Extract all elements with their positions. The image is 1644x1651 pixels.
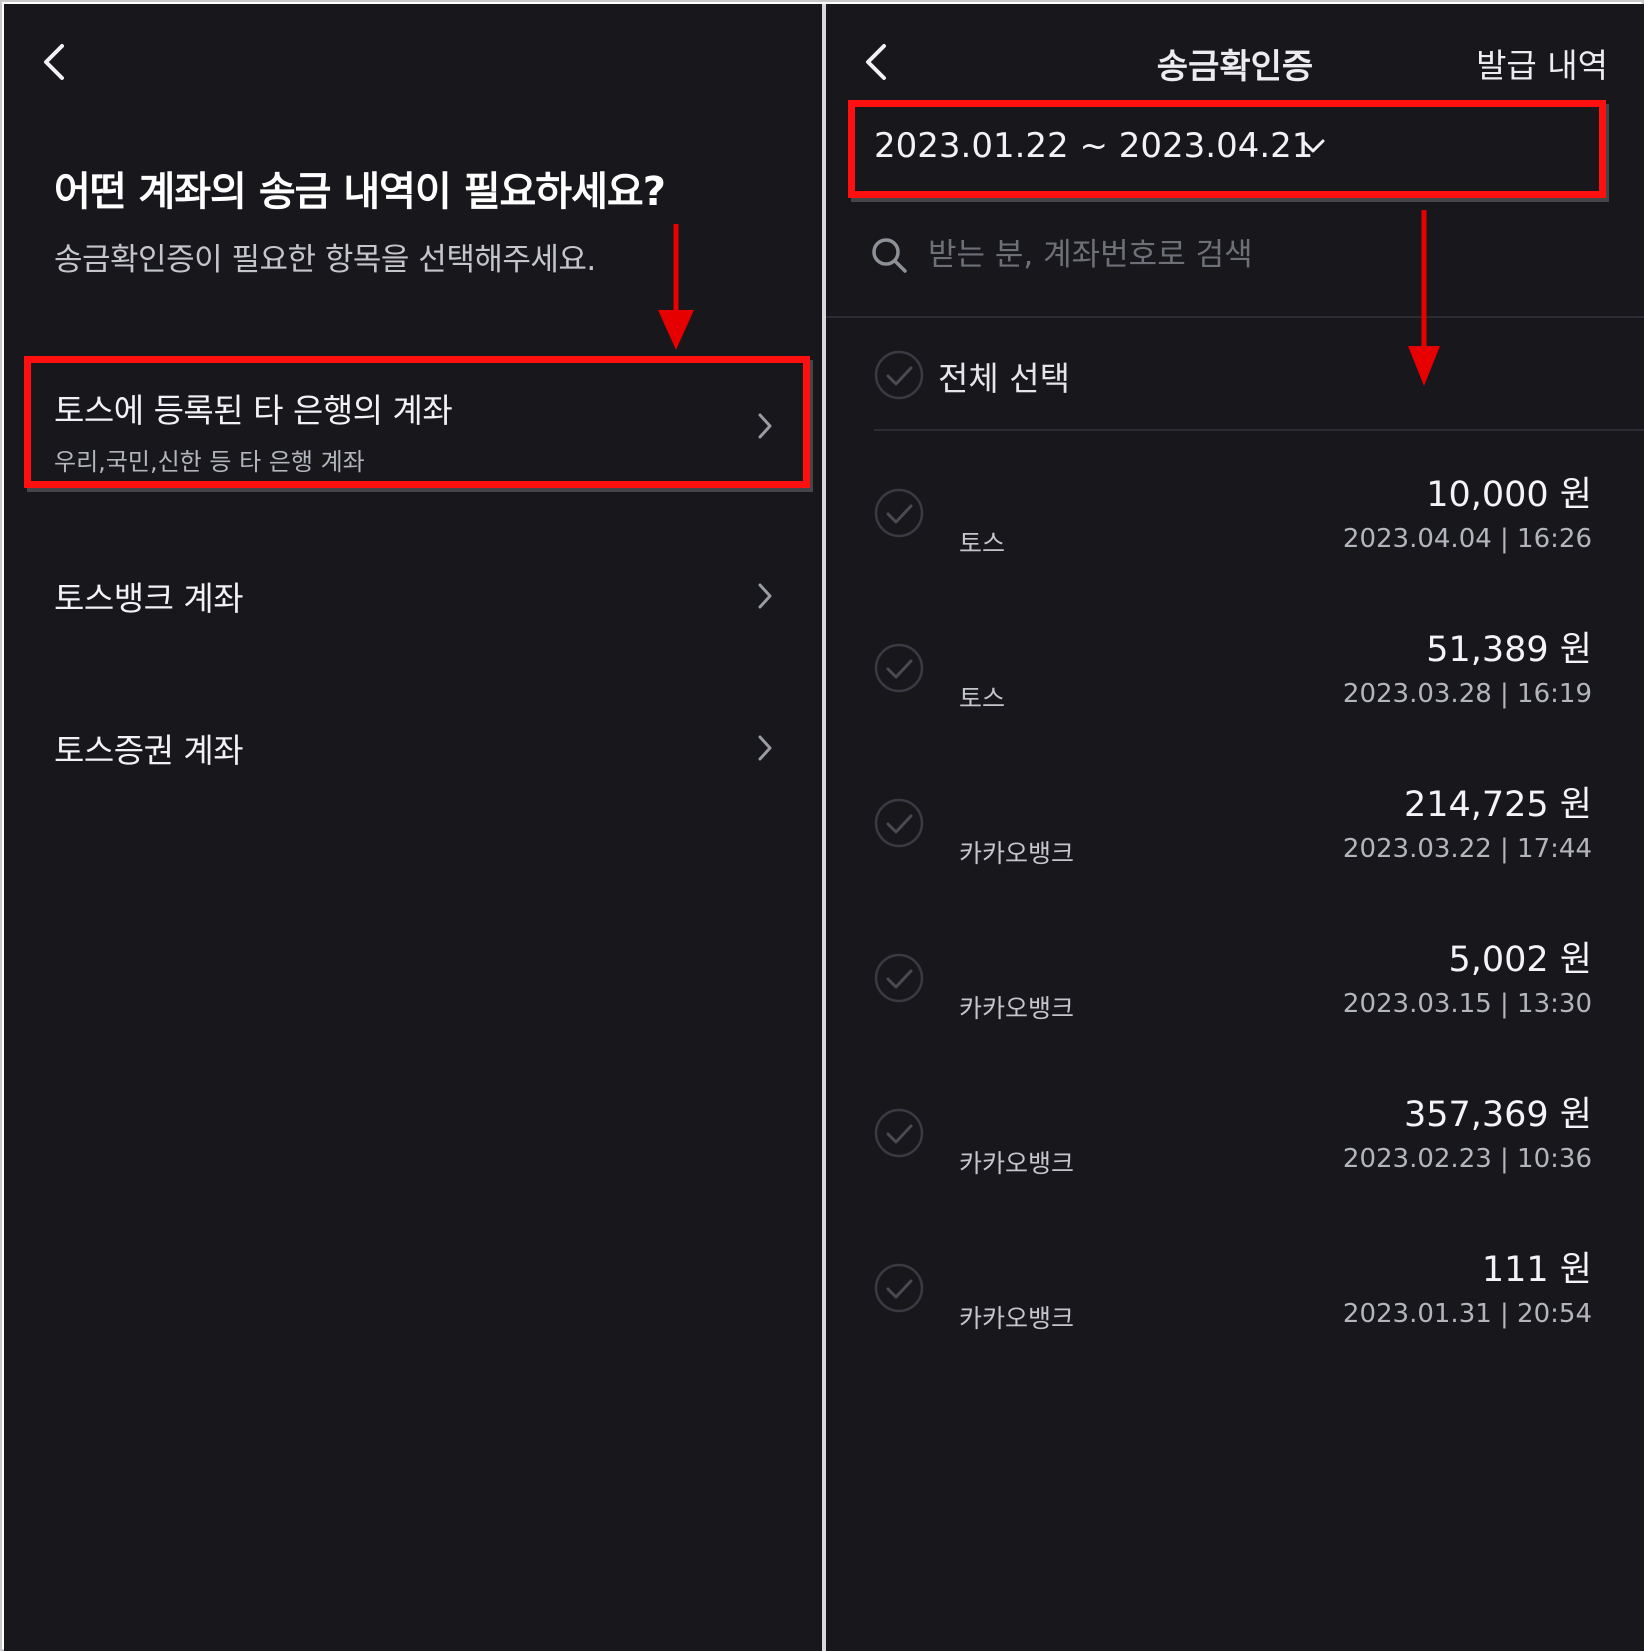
account-option-other-bank[interactable]: 토스에 등록된 타 은행의 계좌 우리,국민,신한 등 타 은행 계좌 (54, 384, 774, 477)
account-option-toss-bank[interactable]: 토스뱅크 계좌 (54, 572, 774, 620)
select-all-checkbox[interactable] (874, 350, 924, 400)
recipient-name: 카카오뱅크 (959, 1149, 1075, 1178)
transaction-checkbox[interactable] (874, 1263, 924, 1313)
transfer-amount: 214,725 원 (1403, 785, 1592, 825)
recipient-name: 카카오뱅크 (959, 994, 1075, 1023)
transfer-amount: 357,369 원 (1403, 1095, 1592, 1135)
transfer-datetime: 2023.03.15 | 13:30 (1342, 989, 1592, 1019)
transfer-amount: 111 원 (1481, 1250, 1592, 1290)
transaction-checkbox[interactable] (874, 643, 924, 693)
transfer-datetime: 2023.03.22 | 17:44 (1342, 834, 1592, 864)
check-circle-icon (874, 953, 924, 1003)
transaction-checkbox[interactable] (874, 953, 924, 1003)
account-option-desc: 우리,국민,신한 등 타 은행 계좌 (54, 448, 365, 476)
transaction-row[interactable]: 카카오뱅크 214,725 원 2023.03.22 | 17:44 (826, 776, 1644, 926)
transaction-row[interactable]: 카카오뱅크 111 원 2023.01.31 | 20:54 (826, 1241, 1644, 1391)
check-circle-icon (874, 1263, 924, 1313)
back-button[interactable] (40, 42, 68, 82)
transfer-datetime: 2023.01.31 | 20:54 (1342, 1299, 1592, 1329)
check-circle-icon (874, 643, 924, 693)
account-option-label: 토스증권 계좌 (54, 731, 244, 770)
check-circle-icon (874, 350, 924, 400)
recipient-name: 카카오뱅크 (959, 839, 1075, 868)
check-circle-icon (874, 1108, 924, 1158)
chevron-right-icon (756, 412, 774, 440)
transfer-amount: 10,000 원 (1426, 475, 1592, 515)
divider (826, 316, 1644, 318)
transfer-amount: 51,389 원 (1426, 630, 1592, 670)
transfer-datetime: 2023.04.04 | 16:26 (1342, 524, 1592, 554)
chevron-right-icon (756, 582, 774, 610)
transfer-amount: 5,002 원 (1448, 940, 1592, 980)
transaction-row[interactable]: 카카오뱅크 5,002 원 2023.03.15 | 13:30 (826, 931, 1644, 1081)
chevron-right-icon (756, 734, 774, 762)
transaction-checkbox[interactable] (874, 798, 924, 848)
select-all-label: 전체 선택 (938, 359, 1070, 398)
chevron-left-icon (44, 44, 64, 80)
page-subtitle: 송금확인증이 필요한 항목을 선택해주세요. (54, 242, 596, 278)
arrow-down-icon (658, 224, 694, 350)
transaction-row[interactable]: 토스 51,389 원 2023.03.28 | 16:19 (826, 621, 1644, 771)
recipient-name: 토스 (959, 529, 1006, 558)
transfer-certificate-screen: 송금확인증 발급 내역 2023.01.22 ~ 2023.04.21 전체 선… (826, 4, 1644, 1651)
check-circle-icon (874, 488, 924, 538)
check-circle-icon (874, 798, 924, 848)
search-icon (872, 238, 907, 273)
account-select-screen: 어떤 계좌의 송금 내역이 필요하세요? 송금확인증이 필요한 항목을 선택해주… (4, 4, 822, 1651)
transfer-datetime: 2023.02.23 | 10:36 (1342, 1144, 1592, 1174)
transaction-checkbox[interactable] (874, 488, 924, 538)
transaction-row[interactable]: 카카오뱅크 357,369 원 2023.02.23 | 10:36 (826, 1086, 1644, 1236)
recipient-name: 토스 (959, 684, 1006, 713)
transaction-checkbox[interactable] (874, 1108, 924, 1158)
screenshot-frame: 어떤 계좌의 송금 내역이 필요하세요? 송금확인증이 필요한 항목을 선택해주… (0, 0, 1644, 1651)
date-range-selector[interactable]: 2023.01.22 ~ 2023.04.21 (874, 126, 1313, 166)
recipient-name: 카카오뱅크 (959, 1304, 1075, 1333)
issue-history-button[interactable]: 발급 내역 (1476, 39, 1608, 87)
chevron-down-icon[interactable] (1300, 138, 1326, 156)
account-option-label: 토스에 등록된 타 은행의 계좌 (54, 391, 453, 430)
transfer-datetime: 2023.03.28 | 16:19 (1342, 679, 1592, 709)
divider (874, 429, 1644, 431)
account-option-label: 토스뱅크 계좌 (54, 579, 244, 618)
account-option-toss-securities[interactable]: 토스증권 계좌 (54, 724, 774, 772)
transaction-row[interactable]: 토스 10,000 원 2023.04.04 | 16:26 (826, 466, 1644, 616)
page-title: 어떤 계좌의 송금 내역이 필요하세요? (54, 169, 666, 215)
search-input[interactable] (928, 228, 1608, 282)
